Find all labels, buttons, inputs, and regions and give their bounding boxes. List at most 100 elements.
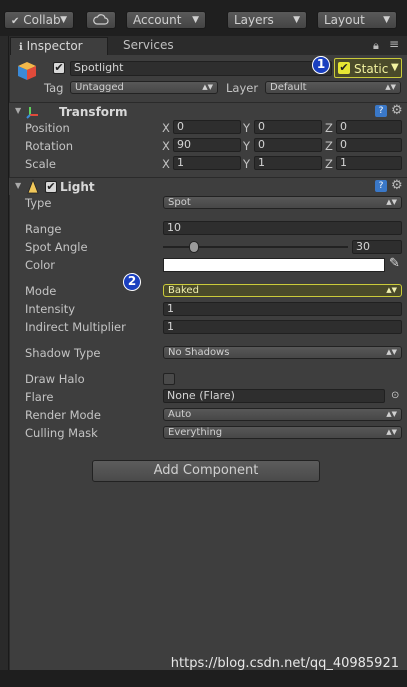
- rotation-y: 0: [258, 138, 265, 151]
- dropdown-arrow-icon: ▼: [293, 15, 300, 25]
- updown-icon: ▲▼: [386, 410, 397, 418]
- render-mode-dropdown[interactable]: Auto ▲▼: [163, 408, 402, 421]
- check-icon: ✔: [11, 16, 20, 27]
- shadow-type-label: Shadow Type: [25, 346, 101, 360]
- gameobject-cube-icon: [18, 62, 36, 80]
- flare-field[interactable]: None (Flare): [163, 389, 385, 403]
- position-y-field[interactable]: 0: [254, 120, 322, 134]
- rotation-x-field[interactable]: 90: [173, 138, 241, 152]
- range-value: 10: [167, 221, 181, 234]
- collab-button[interactable]: ✔ Collab ▼: [4, 11, 74, 29]
- intensity-label: Intensity: [25, 302, 76, 316]
- scale-y: 1: [258, 156, 265, 169]
- tab-services-label: Services: [123, 38, 174, 52]
- mode-value: Baked: [168, 285, 199, 296]
- updown-icon: ▲▼: [386, 348, 397, 356]
- layer-dropdown[interactable]: Default ▲▼: [265, 81, 401, 94]
- eyedropper-icon[interactable]: ✎: [389, 256, 400, 271]
- object-name: Spotlight: [74, 61, 124, 74]
- shadow-type-dropdown[interactable]: No Shadows ▲▼: [163, 346, 402, 359]
- updown-icon: ▲▼: [386, 428, 397, 436]
- position-z: 0: [340, 120, 347, 133]
- layers-button[interactable]: Layers ▼: [227, 11, 307, 29]
- type-dropdown[interactable]: Spot ▲▼: [163, 196, 402, 209]
- dropdown-arrow-icon: ▼: [192, 15, 199, 25]
- position-y: 0: [258, 120, 265, 133]
- mode-dropdown[interactable]: Baked ▲▼: [163, 284, 402, 297]
- layers-label: Layers: [234, 13, 274, 27]
- menu-icon[interactable]: ≡: [389, 37, 399, 51]
- light-title: Light: [60, 180, 95, 194]
- indirect-multiplier-field[interactable]: 1: [163, 320, 402, 334]
- color-swatch[interactable]: [163, 258, 385, 272]
- static-toggle[interactable]: ✔ Static ▼: [334, 58, 402, 78]
- rotation-z-field[interactable]: 0: [336, 138, 402, 152]
- draw-halo-checkbox[interactable]: [163, 373, 175, 385]
- scale-z-field[interactable]: 1: [336, 156, 402, 170]
- static-checkbox[interactable]: ✔: [338, 62, 350, 74]
- culling-mask-label: Culling Mask: [25, 426, 98, 440]
- tab-services[interactable]: Services: [115, 37, 205, 55]
- tag-value: Untagged: [75, 82, 124, 93]
- dropdown-arrow-icon: ▼: [383, 15, 390, 25]
- rotation-y-field[interactable]: 0: [254, 138, 322, 152]
- spotlight-icon: [27, 179, 39, 194]
- intensity-field[interactable]: 1: [163, 302, 402, 316]
- shadow-type-value: No Shadows: [168, 347, 230, 358]
- flare-label: Flare: [25, 390, 54, 404]
- position-x-field[interactable]: 0: [173, 120, 241, 134]
- axis-z-label: Z: [325, 139, 333, 153]
- annotation-badge-2: 2: [123, 273, 141, 291]
- render-mode-value: Auto: [168, 409, 192, 420]
- position-z-field[interactable]: 0: [336, 120, 402, 134]
- collapse-arrow-icon[interactable]: ▼: [15, 106, 21, 115]
- cloud-button[interactable]: [86, 11, 116, 29]
- scale-x: 1: [177, 156, 184, 169]
- tag-dropdown[interactable]: Untagged ▲▼: [70, 81, 218, 94]
- axis-y-label: Y: [243, 121, 251, 135]
- active-checkbox[interactable]: ✔: [53, 62, 65, 74]
- transform-axes-icon: [26, 107, 38, 119]
- position-x: 0: [177, 120, 184, 133]
- scale-y-field[interactable]: 1: [254, 156, 322, 170]
- layout-button[interactable]: Layout ▼: [317, 11, 397, 29]
- scale-x-field[interactable]: 1: [173, 156, 241, 170]
- rotation-x: 90: [177, 138, 191, 151]
- axis-y-label: Y: [243, 157, 251, 171]
- layout-label: Layout: [324, 13, 365, 27]
- culling-mask-dropdown[interactable]: Everything ▲▼: [163, 426, 402, 439]
- top-toolbar: ✔ Collab ▼ Account ▼ Layers ▼ Layout ▼: [0, 0, 407, 36]
- info-icon: ℹ: [19, 42, 23, 53]
- account-button[interactable]: Account ▼: [126, 11, 206, 29]
- range-label: Range: [25, 222, 62, 236]
- light-enabled-checkbox[interactable]: ✔: [45, 181, 57, 193]
- static-dropdown-icon[interactable]: ▼: [391, 62, 399, 73]
- add-component-button[interactable]: Add Component: [92, 460, 320, 482]
- tab-inspector[interactable]: ℹ Inspector: [10, 37, 108, 55]
- collapse-arrow-icon[interactable]: ▼: [15, 181, 21, 190]
- bottom-bar: [0, 670, 407, 687]
- updown-icon: ▲▼: [202, 83, 213, 91]
- light-header[interactable]: ▼ ✔ Light ? ⚙: [9, 177, 407, 195]
- object-name-field[interactable]: Spotlight: [70, 61, 332, 76]
- type-label: Type: [25, 196, 52, 210]
- indirect-multiplier-label: Indirect Multiplier: [25, 320, 126, 334]
- updown-icon: ▲▼: [386, 198, 397, 206]
- range-field[interactable]: 10: [163, 221, 402, 235]
- help-icon[interactable]: ?: [375, 180, 387, 192]
- spot-angle-field[interactable]: 30: [352, 240, 402, 254]
- lock-icon[interactable]: 🔒︎: [373, 39, 379, 53]
- updown-icon: ▲▼: [386, 286, 397, 294]
- gear-icon[interactable]: ⚙: [391, 103, 403, 118]
- collab-label: Collab: [23, 13, 61, 27]
- help-icon[interactable]: ?: [375, 105, 387, 117]
- axis-x-label: X: [162, 121, 170, 135]
- transform-header[interactable]: ▼ Transform ? ⚙: [9, 102, 407, 120]
- cloud-icon: [93, 14, 109, 25]
- object-picker-icon[interactable]: ⊙: [391, 390, 399, 401]
- scale-z: 1: [340, 156, 347, 169]
- gear-icon[interactable]: ⚙: [391, 178, 403, 193]
- render-mode-label: Render Mode: [25, 408, 101, 422]
- scale-label: Scale: [25, 157, 56, 171]
- annotation-badge-1: 1: [312, 56, 330, 74]
